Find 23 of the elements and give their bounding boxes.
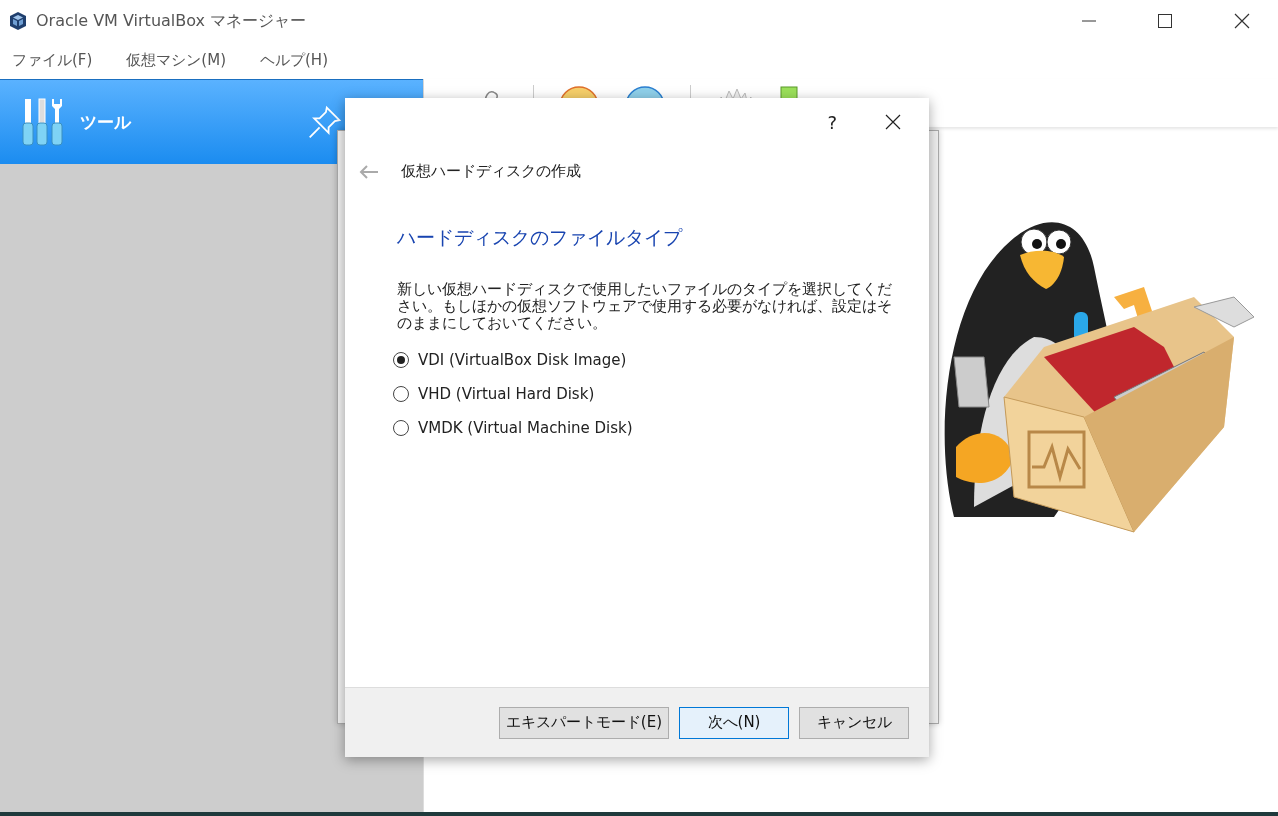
- radio-button[interactable]: [393, 420, 409, 436]
- menu-item[interactable]: 仮想マシン(M): [126, 51, 226, 70]
- maximize-icon[interactable]: [1158, 14, 1172, 28]
- radio-button[interactable]: [393, 386, 409, 402]
- description-text: 新しい仮想ハードディスクで使用したいファイルのタイプを選択してください。もしほかの仮想ソフトウェアで使用する必要がなければ、設定はそのままにしておいてください。: [397, 281, 893, 332]
- menu-item[interactable]: ヘルプ(H): [260, 51, 328, 70]
- help-button[interactable]: ?: [827, 111, 837, 133]
- dialog-button[interactable]: エキスパートモード(E): [498, 706, 669, 739]
- radio-option[interactable]: VDI (VirtualBox Disk Image): [393, 350, 627, 370]
- close-icon[interactable]: [1234, 13, 1250, 29]
- page-heading: ハードディスクのファイルタイプ: [397, 225, 684, 250]
- radio-option[interactable]: VHD (Virtual Hard Disk): [393, 384, 595, 404]
- dialog-button[interactable]: 次へ(N): [679, 706, 789, 739]
- menu-item[interactable]: ファイル(F): [12, 51, 93, 70]
- cube-logo-icon: [8, 11, 28, 31]
- dialog-button[interactable]: キャンセル: [799, 706, 909, 739]
- tools-icon: [22, 97, 66, 147]
- pin-icon[interactable]: [307, 104, 343, 140]
- radio-option[interactable]: VMDK (Virtual Machine Disk): [393, 418, 633, 438]
- window-title: Oracle VM VirtualBox マネージャー: [36, 10, 307, 32]
- wizard-title: 仮想ハードディスクの作成: [401, 162, 581, 181]
- close-icon[interactable]: [885, 114, 901, 130]
- radio-button[interactable]: [393, 352, 409, 368]
